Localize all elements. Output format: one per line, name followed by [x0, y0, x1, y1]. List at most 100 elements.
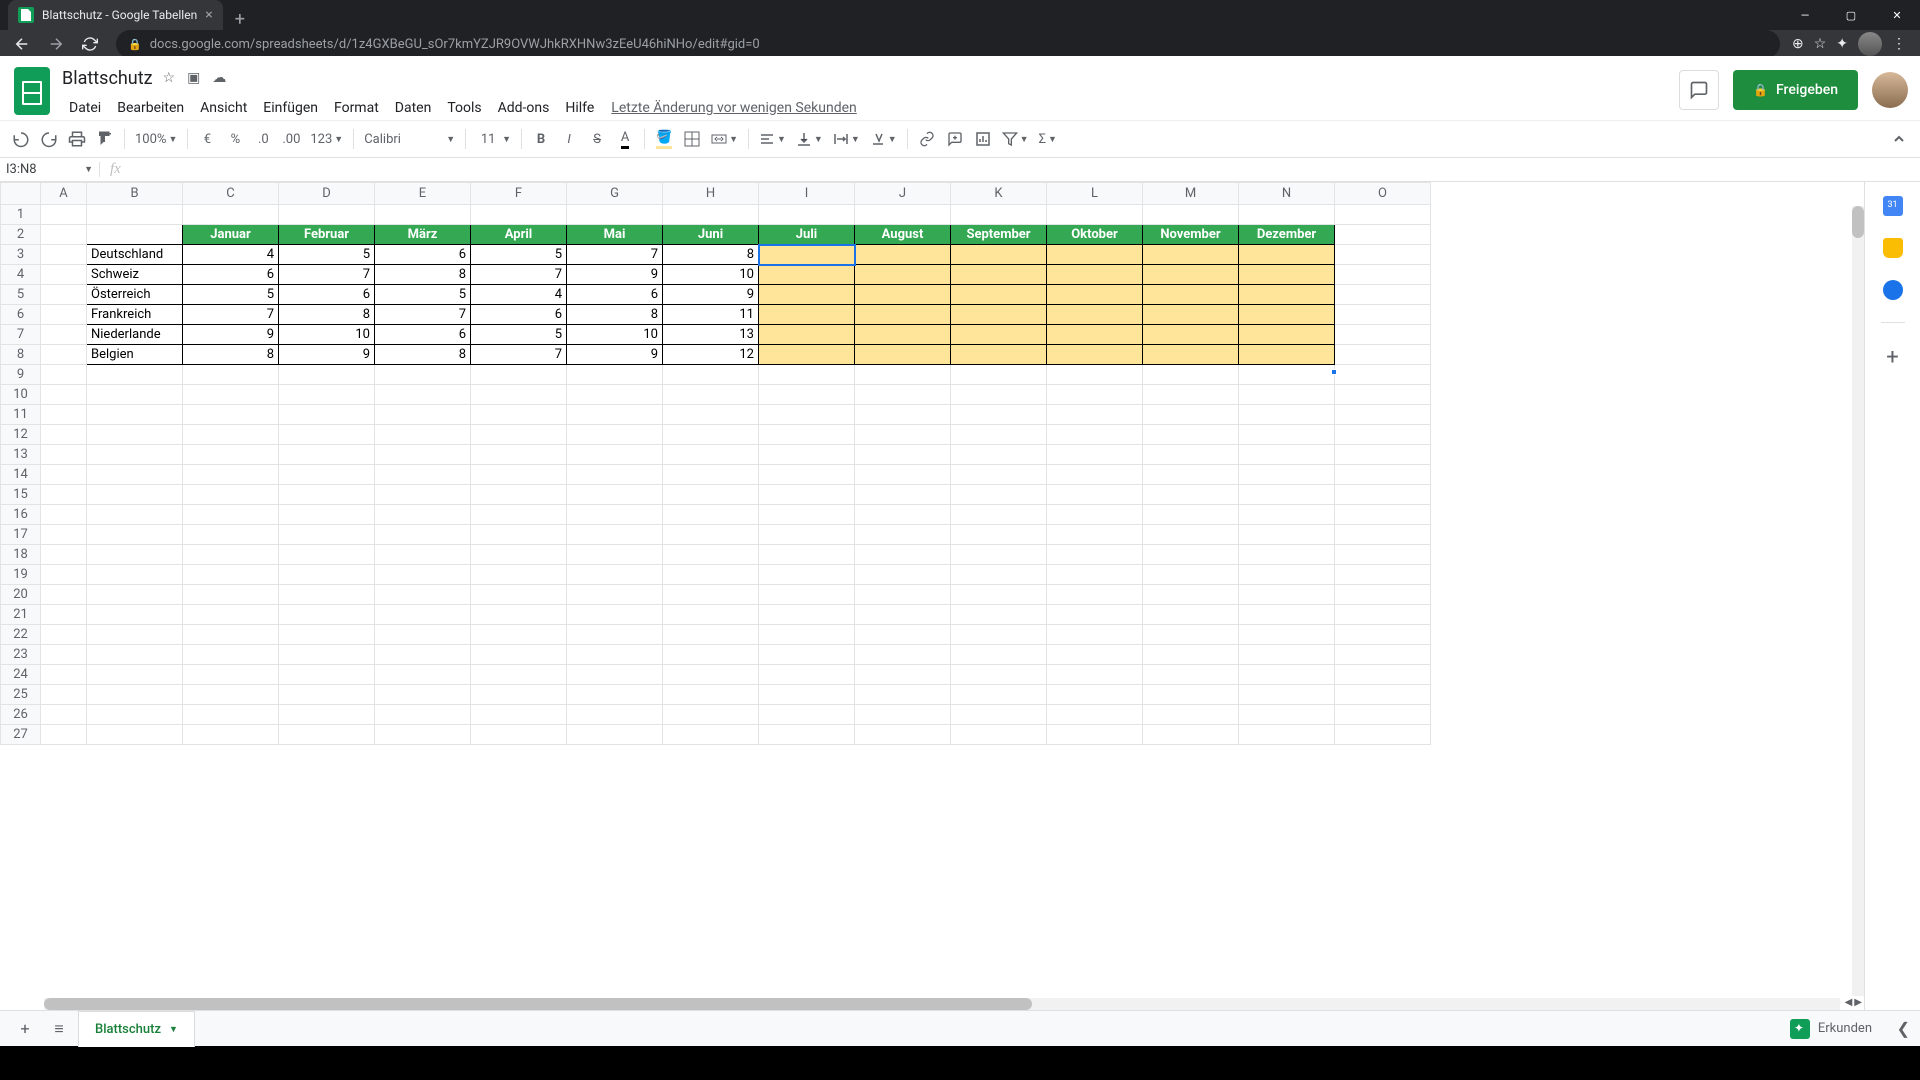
- column-header[interactable]: O: [1335, 183, 1431, 205]
- cell[interactable]: August: [855, 225, 951, 245]
- cell[interactable]: [951, 545, 1047, 565]
- borders-button[interactable]: [679, 126, 705, 152]
- cell[interactable]: [855, 605, 951, 625]
- cell[interactable]: [567, 405, 663, 425]
- cell[interactable]: [279, 725, 375, 745]
- cell[interactable]: [279, 425, 375, 445]
- insert-comment-button[interactable]: [942, 126, 968, 152]
- cell[interactable]: [951, 665, 1047, 685]
- cell[interactable]: [1335, 325, 1431, 345]
- row-header[interactable]: 26: [1, 705, 41, 725]
- cell[interactable]: [567, 705, 663, 725]
- cell[interactable]: [855, 565, 951, 585]
- functions-button[interactable]: Σ▼: [1035, 132, 1061, 147]
- cell[interactable]: [183, 445, 279, 465]
- cell[interactable]: [951, 465, 1047, 485]
- maximize-button[interactable]: ▢: [1828, 0, 1874, 30]
- cell[interactable]: [1143, 705, 1239, 725]
- cell[interactable]: [41, 605, 87, 625]
- cell[interactable]: [1143, 365, 1239, 385]
- column-header[interactable]: J: [855, 183, 951, 205]
- cell[interactable]: [1239, 705, 1335, 725]
- cell[interactable]: [279, 705, 375, 725]
- row-header[interactable]: 10: [1, 385, 41, 405]
- column-header[interactable]: F: [471, 183, 567, 205]
- column-header[interactable]: L: [1047, 183, 1143, 205]
- cell[interactable]: [759, 645, 855, 665]
- last-edit-link[interactable]: Letzte Änderung vor wenigen Sekunden: [611, 100, 856, 116]
- cell[interactable]: [1239, 405, 1335, 425]
- cell[interactable]: [663, 605, 759, 625]
- cell[interactable]: [471, 365, 567, 385]
- cell[interactable]: [1047, 585, 1143, 605]
- add-addon-button[interactable]: +: [1886, 345, 1898, 370]
- cell[interactable]: [1239, 325, 1335, 345]
- cell[interactable]: [663, 365, 759, 385]
- back-button[interactable]: [8, 30, 36, 58]
- cell[interactable]: [183, 385, 279, 405]
- cell[interactable]: [471, 445, 567, 465]
- insert-link-button[interactable]: [914, 126, 940, 152]
- cell[interactable]: [1047, 685, 1143, 705]
- cell[interactable]: [1335, 385, 1431, 405]
- column-header[interactable]: B: [87, 183, 183, 205]
- cell[interactable]: [375, 485, 471, 505]
- cell[interactable]: 5: [375, 285, 471, 305]
- zoom-dropdown[interactable]: 100%▼: [131, 132, 181, 147]
- extensions-icon[interactable]: ✦: [1836, 36, 1848, 52]
- sheet-tab-active[interactable]: Blattschutz ▼: [78, 1011, 195, 1047]
- vertical-align-button[interactable]: ▼: [792, 131, 827, 147]
- cell[interactable]: [759, 485, 855, 505]
- cell[interactable]: [1143, 325, 1239, 345]
- cell[interactable]: [471, 205, 567, 225]
- cell[interactable]: [183, 585, 279, 605]
- strikethrough-button[interactable]: S: [584, 126, 610, 152]
- cell[interactable]: [87, 225, 183, 245]
- menu-addons[interactable]: Add-ons: [491, 96, 557, 120]
- row-header[interactable]: 9: [1, 365, 41, 385]
- cell[interactable]: Österreich: [87, 285, 183, 305]
- cell[interactable]: [1047, 505, 1143, 525]
- cell[interactable]: [279, 685, 375, 705]
- show-side-panel-button[interactable]: ❮: [1897, 1019, 1910, 1038]
- cell[interactable]: [87, 445, 183, 465]
- cell[interactable]: 5: [183, 285, 279, 305]
- cell[interactable]: [567, 525, 663, 545]
- font-family-dropdown[interactable]: Calibri▼: [360, 132, 459, 147]
- cell[interactable]: [1335, 565, 1431, 585]
- row-header[interactable]: 18: [1, 545, 41, 565]
- cell[interactable]: 13: [663, 325, 759, 345]
- cell[interactable]: 6: [375, 245, 471, 265]
- print-button[interactable]: [64, 126, 90, 152]
- cell[interactable]: [41, 465, 87, 485]
- cell[interactable]: [855, 725, 951, 745]
- percent-button[interactable]: %: [222, 126, 248, 152]
- row-header[interactable]: 6: [1, 305, 41, 325]
- cell[interactable]: [855, 505, 951, 525]
- cell[interactable]: [183, 685, 279, 705]
- cell[interactable]: 4: [471, 285, 567, 305]
- cell[interactable]: [183, 705, 279, 725]
- cell[interactable]: [41, 485, 87, 505]
- cell[interactable]: [375, 205, 471, 225]
- row-header[interactable]: 11: [1, 405, 41, 425]
- cell[interactable]: [1335, 245, 1431, 265]
- cell[interactable]: [951, 385, 1047, 405]
- cell[interactable]: [1239, 305, 1335, 325]
- column-header[interactable]: C: [183, 183, 279, 205]
- cell[interactable]: [1047, 405, 1143, 425]
- move-icon[interactable]: ▣: [187, 70, 200, 86]
- cell[interactable]: [855, 645, 951, 665]
- calendar-icon[interactable]: [1883, 196, 1903, 216]
- browser-tab[interactable]: Blattschutz - Google Tabellen ×: [8, 0, 223, 30]
- cell[interactable]: [471, 505, 567, 525]
- cell[interactable]: [87, 365, 183, 385]
- cell[interactable]: [1047, 625, 1143, 645]
- chrome-menu-icon[interactable]: ⋮: [1892, 36, 1906, 52]
- fill-color-button[interactable]: 🪣: [651, 126, 677, 152]
- cell[interactable]: [663, 685, 759, 705]
- cell[interactable]: [663, 425, 759, 445]
- menu-tools[interactable]: Tools: [440, 96, 488, 120]
- cell[interactable]: [1047, 325, 1143, 345]
- column-header[interactable]: N: [1239, 183, 1335, 205]
